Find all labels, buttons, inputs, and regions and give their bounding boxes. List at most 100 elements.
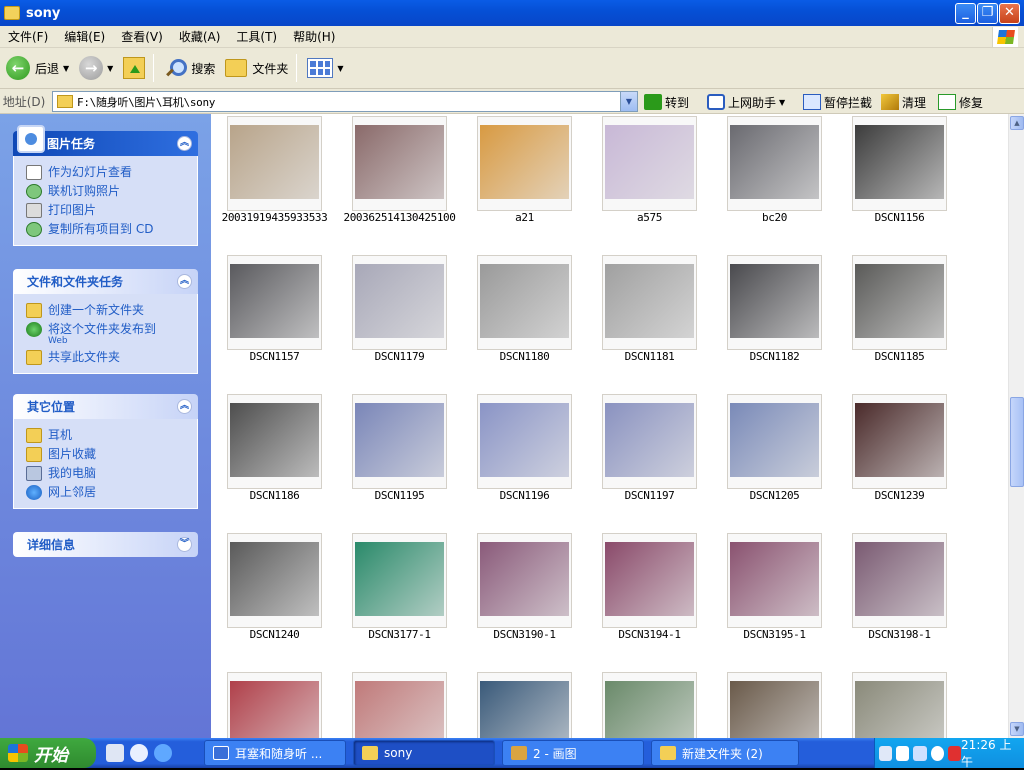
menu-help[interactable]: 帮助(H) xyxy=(285,28,343,45)
file-name-label[interactable]: DSCN3194-1 xyxy=(587,628,712,641)
file-tasks-header[interactable]: 文件和文件夹任务 ︽ xyxy=(13,269,198,294)
expand-icon[interactable]: ︾ xyxy=(177,537,192,552)
views-dropdown-icon[interactable]: ▼ xyxy=(337,64,343,73)
file-name-label[interactable]: DSCN1157 xyxy=(212,350,337,363)
file-name-label[interactable]: DSCN3195-1 xyxy=(712,628,837,641)
file-thumbnail[interactable] xyxy=(852,672,947,738)
assistant-dropdown-icon[interactable]: ▼ xyxy=(779,98,785,107)
collapse-icon[interactable]: ︽ xyxy=(177,399,192,414)
file-thumbnail[interactable] xyxy=(352,255,447,350)
place-network[interactable]: 网上邻居 xyxy=(14,483,197,502)
maximize-button[interactable]: ❐ xyxy=(977,3,998,24)
file-name-label[interactable]: DSCN1239 xyxy=(837,489,962,502)
file-thumbnail[interactable] xyxy=(477,672,572,738)
file-thumbnail[interactable] xyxy=(352,672,447,738)
file-thumbnail[interactable] xyxy=(227,672,322,738)
go-button[interactable]: 转到 xyxy=(644,92,689,112)
task-sony-window[interactable]: sony xyxy=(353,740,495,766)
file-thumbnail[interactable] xyxy=(727,394,822,489)
file-name-label[interactable]: DSCN1240 xyxy=(212,628,337,641)
forward-dropdown-icon[interactable]: ▼ xyxy=(107,64,113,73)
file-name-label[interactable]: DSCN3177-1 xyxy=(337,628,462,641)
file-thumbnail[interactable] xyxy=(852,533,947,628)
file-name-label[interactable]: DSCN1179 xyxy=(337,350,462,363)
new-folder-link[interactable]: 创建一个新文件夹 xyxy=(14,301,197,320)
order-prints-link[interactable]: 联机订购照片 xyxy=(14,182,197,201)
place-my-pictures[interactable]: 图片收藏 xyxy=(14,445,197,464)
popup-block-button[interactable]: 暂停拦截 xyxy=(803,92,872,112)
slideshow-link[interactable]: 作为幻灯片查看 xyxy=(14,163,197,182)
start-button[interactable]: 开始 xyxy=(0,738,96,768)
share-folder-link[interactable]: 共享此文件夹 xyxy=(14,348,197,367)
file-thumbnail[interactable] xyxy=(852,255,947,350)
collapse-icon[interactable]: ︽ xyxy=(177,274,192,289)
copy-to-cd-link[interactable]: 复制所有项目到 CD xyxy=(14,220,197,239)
file-name-label[interactable]: DSCN3198-1 xyxy=(837,628,962,641)
print-pictures-link[interactable]: 打印图片 xyxy=(14,201,197,220)
back-button[interactable]: ← 后退 ▼ xyxy=(2,51,73,85)
task-paint-window[interactable]: 2 - 画图 xyxy=(502,740,644,766)
scroll-thumb[interactable] xyxy=(1010,397,1024,487)
search-button[interactable]: 搜索 xyxy=(160,51,219,85)
menu-file[interactable]: 文件(F) xyxy=(0,28,56,45)
menu-edit[interactable]: 编辑(E) xyxy=(56,28,113,45)
views-button[interactable]: ▼ xyxy=(303,51,347,85)
details-header[interactable]: 详细信息 ︾ xyxy=(13,532,198,557)
file-thumbnail[interactable] xyxy=(727,672,822,738)
scroll-down-icon[interactable]: ▼ xyxy=(1010,722,1024,736)
file-thumbnail[interactable] xyxy=(477,116,572,211)
file-thumbnail[interactable] xyxy=(727,116,822,211)
minimize-button[interactable]: _ xyxy=(955,3,976,24)
web-assistant-button[interactable]: 上网助手 ▼ xyxy=(707,92,785,112)
file-thumbnail[interactable] xyxy=(727,533,822,628)
file-thumbnail[interactable] xyxy=(602,533,697,628)
publish-web-link[interactable]: 将这个文件夹发布到 Web xyxy=(14,320,197,348)
back-dropdown-icon[interactable]: ▼ xyxy=(63,64,69,73)
quicklaunch-desktop-icon[interactable] xyxy=(106,744,124,762)
network-tray-icon[interactable] xyxy=(913,745,927,761)
volume-icon[interactable] xyxy=(930,745,944,761)
scroll-up-icon[interactable]: ▲ xyxy=(1010,116,1024,130)
file-thumbnail[interactable] xyxy=(477,533,572,628)
file-thumbnail[interactable] xyxy=(602,116,697,211)
close-button[interactable]: ✕ xyxy=(999,3,1020,24)
quicklaunch-ie-icon[interactable] xyxy=(154,744,172,762)
up-button[interactable] xyxy=(119,51,149,85)
place-earphones[interactable]: 耳机 xyxy=(14,426,197,445)
file-name-label[interactable]: DSCN3190-1 xyxy=(462,628,587,641)
quicklaunch-media-icon[interactable] xyxy=(130,744,148,762)
file-thumbnail[interactable] xyxy=(352,394,447,489)
antivirus-icon[interactable] xyxy=(947,745,962,761)
keyboard-icon[interactable] xyxy=(879,745,893,761)
file-name-label[interactable]: DSCN1196 xyxy=(462,489,587,502)
address-value[interactable]: F:\随身听\图片\耳机\sony xyxy=(77,94,215,110)
file-thumbnail[interactable] xyxy=(352,116,447,211)
repair-button[interactable]: 修复 xyxy=(938,92,983,112)
file-thumbnail[interactable] xyxy=(227,116,322,211)
address-field[interactable]: F:\随身听\图片\耳机\sony ▼ xyxy=(52,91,638,112)
task-earphones-window[interactable]: 耳塞和随身听 ... xyxy=(204,740,346,766)
file-name-label[interactable]: DSCN1186 xyxy=(212,489,337,502)
clean-button[interactable]: 清理 xyxy=(881,92,926,112)
file-name-label[interactable]: 200362514130425100 xyxy=(337,211,462,224)
collapse-icon[interactable]: ︽ xyxy=(177,136,192,151)
file-name-label[interactable]: DSCN1182 xyxy=(712,350,837,363)
picture-tasks-header[interactable]: 图片任务 ︽ xyxy=(13,125,198,156)
file-name-label[interactable]: 20031919435933533 xyxy=(212,211,337,224)
file-name-label[interactable]: DSCN1185 xyxy=(837,350,962,363)
file-thumbnail[interactable] xyxy=(227,255,322,350)
file-thumbnail[interactable] xyxy=(477,255,572,350)
menu-favorites[interactable]: 收藏(A) xyxy=(171,28,229,45)
menu-tools[interactable]: 工具(T) xyxy=(228,28,285,45)
file-thumbnail[interactable] xyxy=(602,672,697,738)
file-name-label[interactable]: a575 xyxy=(587,211,712,224)
file-name-label[interactable]: DSCN1197 xyxy=(587,489,712,502)
file-name-label[interactable]: bc20 xyxy=(712,211,837,224)
menu-view[interactable]: 查看(V) xyxy=(113,28,171,45)
file-name-label[interactable]: DSCN1181 xyxy=(587,350,712,363)
file-thumbnail[interactable] xyxy=(352,533,447,628)
file-thumbnail[interactable] xyxy=(852,394,947,489)
file-thumbnail[interactable] xyxy=(727,255,822,350)
help-icon[interactable] xyxy=(896,745,910,761)
other-places-header[interactable]: 其它位置 ︽ xyxy=(13,394,198,419)
